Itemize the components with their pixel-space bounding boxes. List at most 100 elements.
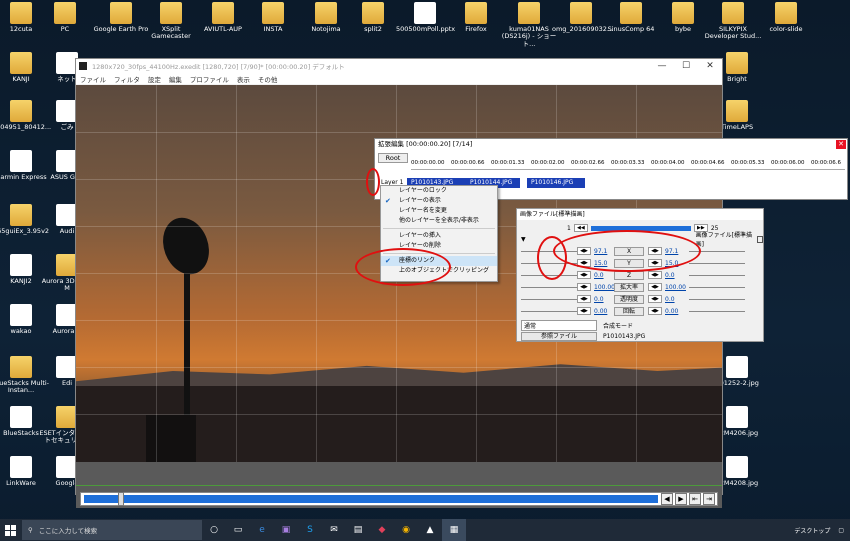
task-view-icon[interactable]: ▭ (226, 519, 250, 541)
param-left-arrows[interactable]: ◀▶ (577, 247, 591, 255)
reference-file-button[interactable]: 参照ファイル (521, 331, 597, 341)
param-right-arrows[interactable]: ◀▶ (648, 247, 662, 255)
param-button[interactable]: 回転 (614, 306, 644, 316)
maps-icon[interactable]: ◆ (370, 519, 394, 541)
param-button[interactable]: 拡大率 (614, 282, 644, 292)
param-left-arrows[interactable]: ◀▶ (577, 283, 591, 291)
context-menu-item[interactable]: ✔ レイヤーの表示 (381, 196, 497, 206)
aviutl-taskbar-icon[interactable]: ▦ (442, 519, 466, 541)
prev-frame-button[interactable]: ◀ (661, 493, 673, 505)
param-left-value[interactable]: 0.0 (594, 296, 610, 303)
object-checkbox[interactable] (756, 235, 763, 243)
desktop-icon[interactable]: INSTA (244, 2, 302, 33)
param-right-slider[interactable] (689, 250, 745, 252)
next-frame-button[interactable]: ▶ (675, 493, 687, 505)
layer-context-menu[interactable]: レイヤーのロック ✔ レイヤーの表示 レイヤー名を変更 他のレイヤーを全表示/非表示 レイ… (380, 185, 498, 282)
seek-track[interactable] (84, 492, 658, 506)
param-left-arrows[interactable]: ◀▶ (577, 271, 591, 279)
param-right-value[interactable]: 0.0 (665, 272, 681, 279)
context-menu-item[interactable]: レイヤー名を変更 (381, 206, 497, 216)
param-left-slider[interactable] (521, 286, 577, 288)
param-right-arrows[interactable]: ◀▶ (648, 259, 662, 267)
close-button[interactable]: ✕ (698, 59, 722, 73)
param-right-slider[interactable] (689, 298, 745, 300)
expand-icon[interactable]: ▼ (521, 236, 526, 243)
param-left-value[interactable]: 15.0 (594, 260, 610, 267)
desktop-icon[interactable]: SILKYPIX Developer Stud... (704, 2, 762, 41)
store-icon[interactable]: ▤ (346, 519, 370, 541)
mail-icon[interactable]: ✉ (322, 519, 346, 541)
param-right-value[interactable]: 0.00 (665, 308, 681, 315)
param-left-slider[interactable] (521, 310, 577, 312)
seek-bar[interactable]: ◀ ▶ ⇤ ⇥ (80, 492, 718, 506)
param-button[interactable]: 透明度 (614, 294, 644, 304)
taskbar-search[interactable]: ⚲ ここに入力して検索 (22, 520, 202, 540)
desktop-icon[interactable]: SinusComp 64 (602, 2, 660, 33)
param-left-arrows[interactable]: ◀▶ (577, 307, 591, 315)
frame-slider[interactable] (590, 225, 691, 231)
root-button[interactable]: Root (378, 153, 408, 163)
param-left-slider[interactable] (521, 250, 577, 252)
desktop-icon[interactable]: Firefox (447, 2, 505, 33)
param-left-value[interactable]: 0.00 (594, 308, 610, 315)
param-right-arrows[interactable]: ◀▶ (648, 283, 662, 291)
context-menu-item[interactable]: レイヤーの挿入 (381, 231, 497, 241)
context-menu-item[interactable]: レイヤーの削除 (381, 241, 497, 251)
timeline-ruler[interactable]: 00:00:00.00 00:00:00.66 00:00:01.33 00:00:0… (411, 154, 845, 170)
chrome-icon[interactable]: ◉ (394, 519, 418, 541)
context-menu-item[interactable]: 他のレイヤーを全表示/非表示 (381, 216, 497, 226)
chat-icon[interactable]: ▲ (418, 519, 442, 541)
param-button[interactable]: X (614, 246, 644, 256)
minimize-button[interactable]: — (650, 59, 674, 73)
param-left-value[interactable]: 0.0 (594, 272, 610, 279)
edge-icon[interactable]: e (250, 519, 274, 541)
timeline-clip[interactable]: P1010146.JPG (527, 178, 585, 188)
param-right-value[interactable]: 15.0 (665, 260, 681, 267)
context-menu-item[interactable]: ✔ 座標のリンク (381, 256, 497, 266)
param-left-value[interactable]: 100.00 (594, 284, 615, 291)
param-left-arrows[interactable]: ◀▶ (577, 295, 591, 303)
param-right-arrows[interactable]: ◀▶ (648, 271, 662, 279)
desktop-icon[interactable]: color-slide (757, 2, 815, 33)
param-right-value[interactable]: 97.1 (665, 248, 681, 255)
param-button[interactable]: Z (614, 270, 644, 280)
skype-icon[interactable]: S (298, 519, 322, 541)
menu-other[interactable]: その他 (258, 74, 278, 84)
object-property-window[interactable]: 画像ファイル[標準描画] 1 ◀◀ ▶▶ 25 ▼ 画像ファイル[標準描画] ◀… (516, 208, 764, 342)
desktop-icon[interactable]: PC (36, 2, 94, 33)
param-right-arrows[interactable]: ◀▶ (648, 295, 662, 303)
param-right-value[interactable]: 0.0 (665, 296, 681, 303)
menu-view[interactable]: 表示 (237, 74, 250, 84)
param-right-slider[interactable] (689, 310, 745, 312)
menu-profile[interactable]: プロファイル (190, 74, 229, 84)
param-left-slider[interactable] (521, 298, 577, 300)
desktop-icon[interactable]: split2 (344, 2, 402, 33)
cortana-icon[interactable]: ○ (202, 519, 226, 541)
menu-settings[interactable]: 設定 (148, 74, 161, 84)
param-right-slider[interactable] (689, 274, 745, 276)
desktop-icon[interactable]: XSplit Gamecaster (142, 2, 200, 41)
frame-prev-button[interactable]: ◀◀ (573, 224, 588, 232)
menu-filter[interactable]: フィルタ (114, 74, 140, 84)
jump-start-button[interactable]: ⇤ (689, 493, 701, 505)
notification-icon[interactable]: ▢ (838, 527, 844, 534)
param-right-value[interactable]: 100.00 (665, 284, 686, 291)
param-left-slider[interactable] (521, 262, 577, 264)
app-icon[interactable]: ▣ (274, 519, 298, 541)
seek-knob[interactable] (118, 492, 124, 506)
param-left-arrows[interactable]: ◀▶ (577, 259, 591, 267)
context-menu-item[interactable]: レイヤーのロック (381, 186, 497, 196)
param-left-slider[interactable] (521, 274, 577, 276)
desktop-icon[interactable]: 0904951_80412... (0, 100, 51, 131)
maximize-button[interactable]: ☐ (674, 59, 698, 73)
context-menu-item[interactable]: 上のオブジェクトでクリッピング (381, 266, 497, 276)
param-right-slider[interactable] (689, 286, 745, 288)
param-right-arrows[interactable]: ◀▶ (648, 307, 662, 315)
param-right-slider[interactable] (689, 262, 745, 264)
desktop-icon[interactable]: kuma01NAS (DS216j) - ショート... (500, 2, 558, 48)
windows-start-icon[interactable] (0, 519, 20, 541)
main-titlebar[interactable]: 1280x720_30fps_44100Hz.exedit [1280,720]… (76, 59, 722, 73)
menu-file[interactable]: ファイル (80, 74, 106, 84)
jump-end-button[interactable]: ⇥ (703, 493, 715, 505)
blend-mode-select[interactable]: 通常 (521, 319, 597, 331)
